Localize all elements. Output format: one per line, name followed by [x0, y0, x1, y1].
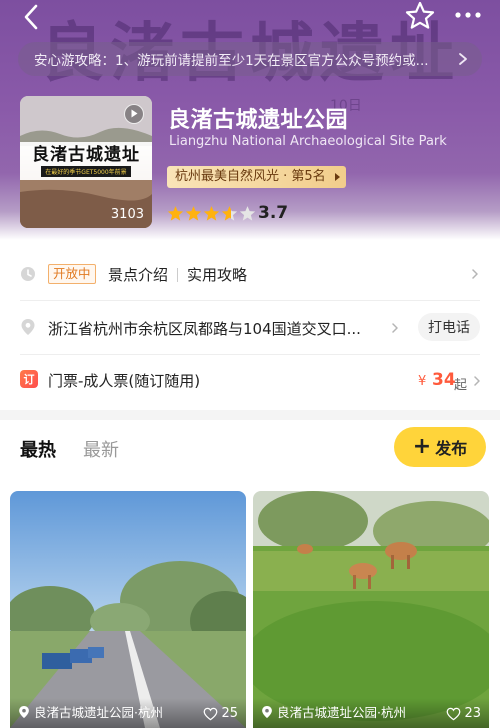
clock-icon: [21, 267, 35, 281]
play-icon: [124, 104, 144, 124]
card-location: 良渚古城遗址公园·杭州: [18, 702, 163, 721]
call-button[interactable]: 打电话: [418, 313, 480, 341]
star-icon: [167, 206, 184, 221]
caret-right-icon: [334, 173, 340, 181]
cover-title-band: 良渚古城遗址 在最好的季节GET5000年前景: [20, 142, 152, 180]
media-count: 3103: [110, 207, 144, 222]
star-icon: [185, 206, 202, 221]
like-button[interactable]: 23: [446, 706, 481, 721]
heart-icon: [447, 707, 461, 720]
call-button-label: 打电话: [428, 320, 470, 336]
star-icon: [203, 206, 220, 221]
tab-hot[interactable]: 最热: [20, 436, 56, 462]
address-row[interactable]: 浙江省杭州市余杭区凤都路与104国道交叉口... 打电话: [0, 302, 500, 352]
hero-header: 良渚古城遗址 10日 安心游攻略：1、游玩前请提前至少1天在景区官方公众号预约或…: [0, 0, 500, 240]
divider: [20, 354, 480, 355]
publish-button[interactable]: + 发布: [394, 427, 486, 467]
intro-link[interactable]: 景点介绍: [108, 264, 168, 285]
cover-tagline: 在最好的季节GET5000年前景: [41, 166, 131, 177]
like-count: 25: [221, 706, 238, 721]
heart-icon: [204, 707, 218, 720]
plus-icon: +: [412, 434, 432, 459]
location-pin-icon: [19, 705, 29, 718]
location-pin-icon: [21, 319, 35, 335]
rating-score: 3.7: [258, 203, 289, 223]
poi-english-name: Liangzhu National Archaeological Site Pa…: [169, 134, 447, 149]
chevron-right-icon: [472, 269, 478, 279]
ranking-badge[interactable]: 杭州最美自然风光 · 第5名: [167, 166, 346, 188]
address-text: 浙江省杭州市余杭区凤都路与104国道交叉口...: [48, 320, 361, 338]
card-location-text: 良渚古城遗址公园·杭州: [277, 705, 406, 720]
open-status-row[interactable]: 开放中 景点介绍 实用攻略: [0, 250, 500, 298]
tab-latest[interactable]: 最新: [83, 436, 119, 462]
ticket-icon-text: 订: [23, 373, 35, 386]
ticket-icon: 订: [20, 370, 38, 388]
ticket-row[interactable]: 订 门票-成人票(随订随用) ¥ 34 起: [0, 356, 500, 404]
chevron-right-icon: [474, 376, 480, 386]
like-button[interactable]: 25: [203, 706, 238, 721]
star-rating: [167, 205, 256, 222]
safety-notice-bar[interactable]: 安心游攻略：1、游玩前请提前至少1天在景区官方公众号预约或...: [18, 42, 482, 76]
guide-link[interactable]: 实用攻略: [187, 264, 247, 285]
ticket-price: 34: [432, 370, 456, 390]
poi-title: 良渚古城遗址公园: [168, 108, 349, 133]
deer-scenery-image: [253, 491, 489, 728]
star-empty-icon: [239, 206, 256, 221]
divider: [177, 268, 178, 282]
star-half-icon: [221, 206, 238, 221]
back-button[interactable]: [14, 2, 50, 34]
more-icon: [455, 12, 481, 18]
notice-text: 安心游攻略：1、游玩前请提前至少1天在景区官方公众号预约或...: [34, 53, 429, 69]
section-gap: [0, 410, 500, 420]
feed-card[interactable]: 良渚古城遗址公园·杭州 25: [10, 491, 246, 728]
open-status-badge: 开放中: [48, 264, 96, 284]
location-pin-icon: [262, 705, 272, 718]
back-icon: [24, 4, 38, 30]
favorite-button[interactable]: [402, 0, 438, 32]
price-currency: ¥: [418, 374, 427, 389]
poi-cover-image[interactable]: 良渚古城遗址 在最好的季节GET5000年前景 3103: [20, 96, 152, 228]
ranking-badge-label: 杭州最美自然风光 · 第5名: [175, 169, 326, 184]
chevron-right-icon: [392, 323, 398, 333]
card-location-text: 良渚古城遗址公园·杭州: [34, 705, 163, 720]
card-location: 良渚古城遗址公园·杭州: [261, 702, 406, 721]
publish-button-label: 发布: [435, 439, 468, 458]
road-scenery-image: [10, 491, 246, 728]
price-suffix: 起: [454, 378, 468, 393]
feed-card[interactable]: 良渚古城遗址公园·杭州 23: [253, 491, 489, 728]
divider: [20, 300, 480, 301]
star-outline-icon: [405, 1, 435, 29]
more-button[interactable]: [450, 2, 486, 30]
ticket-name: 门票-成人票(随订随用): [48, 372, 201, 390]
cover-title: 良渚古城遗址: [32, 145, 140, 165]
chevron-right-icon: [459, 53, 467, 65]
like-count: 23: [464, 706, 481, 721]
